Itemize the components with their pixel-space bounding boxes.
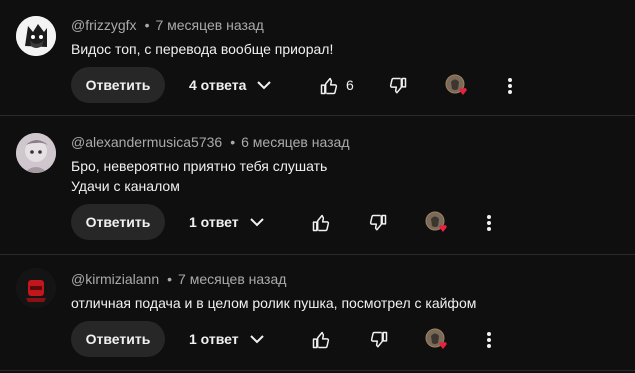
- replies-count: 1 ответ: [189, 214, 239, 230]
- comment-line: Удачи с каналом: [71, 178, 180, 194]
- timestamp[interactable]: 6 месяцев назад: [241, 134, 349, 150]
- comment-text: Бро, невероятно приятно тебя слушать Уда…: [71, 156, 327, 196]
- author-name[interactable]: @frizzygfx: [71, 17, 137, 33]
- show-replies-button[interactable]: 1 ответ: [189, 204, 265, 240]
- comment-text: отличная подача и в целом ролик пушка, п…: [71, 293, 476, 313]
- like-button[interactable]: [310, 212, 332, 234]
- comment-thread: @frizzygfx • 7 месяцев назад Видос топ, с …: [0, 0, 635, 115]
- like-button[interactable]: [318, 75, 340, 97]
- chevron-down-icon: [257, 81, 272, 90]
- more-actions-button[interactable]: [478, 212, 500, 234]
- avatar[interactable]: [16, 133, 56, 173]
- more-actions-button[interactable]: [499, 75, 521, 97]
- more-vert-icon: [508, 78, 512, 94]
- thumb-down-icon: [369, 214, 387, 231]
- creator-heart-icon: [444, 73, 468, 97]
- show-replies-button[interactable]: 4 ответа: [189, 67, 272, 103]
- comment-thread: @kirmizialann • 7 месяцев назад отличная п…: [0, 255, 635, 373]
- replies-count: 1 ответ: [189, 331, 239, 347]
- more-vert-icon: [487, 215, 491, 231]
- divider: [0, 370, 635, 371]
- separator-dot: •: [144, 17, 150, 33]
- avatar[interactable]: [16, 16, 56, 56]
- timestamp[interactable]: 7 месяцев назад: [178, 271, 286, 287]
- chevron-down-icon: [249, 218, 264, 227]
- reply-button[interactable]: Ответить: [71, 204, 165, 240]
- reply-button[interactable]: Ответить: [71, 321, 165, 357]
- thumb-up-icon: [312, 214, 330, 232]
- comment-line: Бро, невероятно приятно тебя слушать: [71, 158, 328, 174]
- comment-line: Видос топ, с перевода вообще приорал!: [71, 41, 334, 57]
- dislike-button[interactable]: [368, 329, 390, 351]
- comment-text: Видос топ, с перевода вообще приорал!: [71, 39, 333, 59]
- dislike-button[interactable]: [367, 212, 389, 234]
- comment-thread: @alexandermusica5736 • 6 месяцев назад Бро…: [0, 116, 635, 254]
- show-replies-button[interactable]: 1 ответ: [189, 321, 265, 357]
- separator-dot: •: [167, 271, 173, 287]
- author-name[interactable]: @kirmizialann: [71, 271, 159, 287]
- more-vert-icon: [487, 332, 491, 348]
- comment-meta: @frizzygfx • 7 месяцев назад: [71, 17, 264, 33]
- thumb-down-icon: [389, 77, 407, 94]
- like-count: 6: [346, 77, 354, 93]
- comment-meta: @kirmizialann • 7 месяцев назад: [71, 271, 286, 287]
- like-button[interactable]: [310, 329, 332, 351]
- author-name[interactable]: @alexandermusica5736: [71, 134, 222, 150]
- reply-button[interactable]: Ответить: [71, 67, 165, 103]
- chevron-down-icon: [249, 335, 264, 344]
- creator-heart-icon: [424, 210, 448, 234]
- thumb-up-icon: [320, 77, 338, 95]
- comment-meta: @alexandermusica5736 • 6 месяцев назад: [71, 134, 350, 150]
- replies-count: 4 ответа: [189, 77, 247, 93]
- more-actions-button[interactable]: [478, 329, 500, 351]
- creator-heart-icon: [424, 327, 448, 351]
- comment-line: отличная подача и в целом ролик пушка, п…: [71, 295, 477, 311]
- thumb-down-icon: [370, 331, 388, 348]
- timestamp[interactable]: 7 месяцев назад: [155, 17, 263, 33]
- avatar[interactable]: [16, 268, 56, 308]
- separator-dot: •: [230, 134, 236, 150]
- thumb-up-icon: [312, 331, 330, 349]
- dislike-button[interactable]: [387, 75, 409, 97]
